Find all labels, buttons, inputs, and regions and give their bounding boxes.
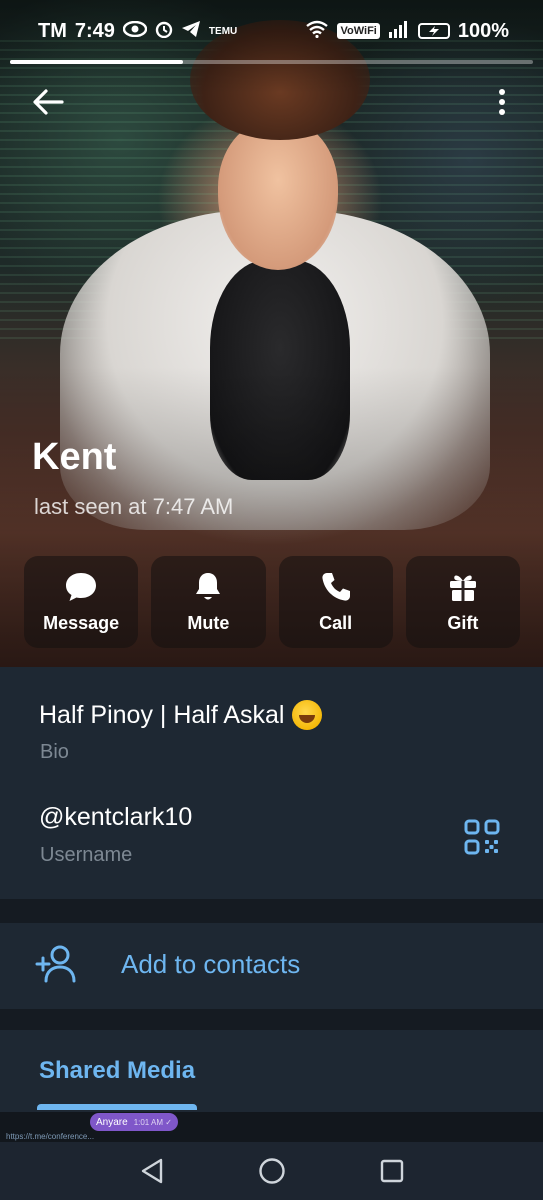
wifi-icon — [305, 20, 329, 43]
preview-bubble-text: Anyare — [96, 1116, 128, 1128]
nav-back-button[interactable] — [132, 1151, 172, 1191]
back-button[interactable] — [26, 82, 70, 122]
photo-progress-fill — [10, 60, 183, 64]
bell-icon — [196, 572, 221, 599]
tab-active-indicator — [37, 1104, 197, 1110]
action-bar: Message Mute Call Gift — [24, 556, 520, 648]
username-text[interactable]: @kentclark10 — [39, 803, 192, 832]
username-label: Username — [40, 844, 133, 866]
temu-label: TEMU — [208, 25, 238, 37]
nav-recents-button[interactable] — [372, 1151, 412, 1191]
photo-progress-bar — [10, 60, 533, 64]
nav-home-button[interactable] — [252, 1151, 292, 1191]
last-seen-status: last seen at 7:47 AM — [34, 494, 234, 519]
gift-button-label: Gift — [447, 612, 479, 633]
phone-icon — [322, 572, 350, 601]
more-options-button[interactable] — [482, 82, 522, 122]
laughing-emoji-icon — [292, 700, 323, 730]
system-navigation-bar — [0, 1142, 543, 1200]
call-button[interactable]: Call — [278, 556, 393, 648]
mute-button[interactable]: Mute — [151, 556, 266, 648]
preview-link: https://t.me/conference... — [6, 1132, 95, 1141]
mute-button-label: Mute — [187, 612, 230, 633]
carrier-label: TM — [38, 19, 67, 42]
clock: 7:49 — [74, 19, 115, 42]
more-vertical-icon — [499, 89, 505, 115]
vowifi-badge: VoWiFi — [337, 23, 380, 39]
qr-code-button[interactable] — [460, 815, 504, 859]
battery-percent: 100% — [457, 19, 509, 42]
qr-code-icon — [464, 819, 500, 855]
gift-button[interactable]: Gift — [405, 556, 520, 648]
bio-label: Bio — [40, 741, 69, 763]
add-to-contacts-label[interactable]: Add to contacts — [121, 949, 300, 980]
message-bubble-icon — [66, 572, 97, 601]
signal-icon — [388, 20, 410, 43]
bio-text: Half Pinoy | Half Askal — [39, 700, 285, 729]
eye-icon — [122, 20, 148, 42]
section-divider — [0, 899, 543, 923]
preview-bubble-time: 1:01 AM ✓ — [133, 1117, 172, 1127]
circle-home-icon — [258, 1158, 285, 1184]
section-divider-2 — [0, 1009, 543, 1030]
message-button[interactable]: Message — [24, 556, 139, 648]
arrow-left-icon — [33, 89, 64, 115]
gift-icon — [449, 574, 476, 601]
tab-shared-media[interactable]: Shared Media — [39, 1057, 195, 1085]
triangle-back-icon — [141, 1158, 162, 1184]
message-button-label: Message — [43, 612, 120, 633]
add-contact-icon — [34, 944, 80, 984]
preview-message-bubble: Anyare 1:01 AM ✓ — [90, 1113, 178, 1131]
bio-row[interactable]: Half Pinoy | Half Askal — [39, 700, 323, 730]
battery-icon — [417, 23, 450, 39]
alarm-icon — [155, 20, 173, 43]
profile-name: Kent — [32, 436, 117, 478]
telegram-icon — [181, 20, 201, 43]
status-bar: TM 7:49 TEMU VoWiFi 100% — [0, 0, 543, 62]
square-recents-icon — [380, 1159, 403, 1183]
call-button-label: Call — [319, 612, 353, 633]
